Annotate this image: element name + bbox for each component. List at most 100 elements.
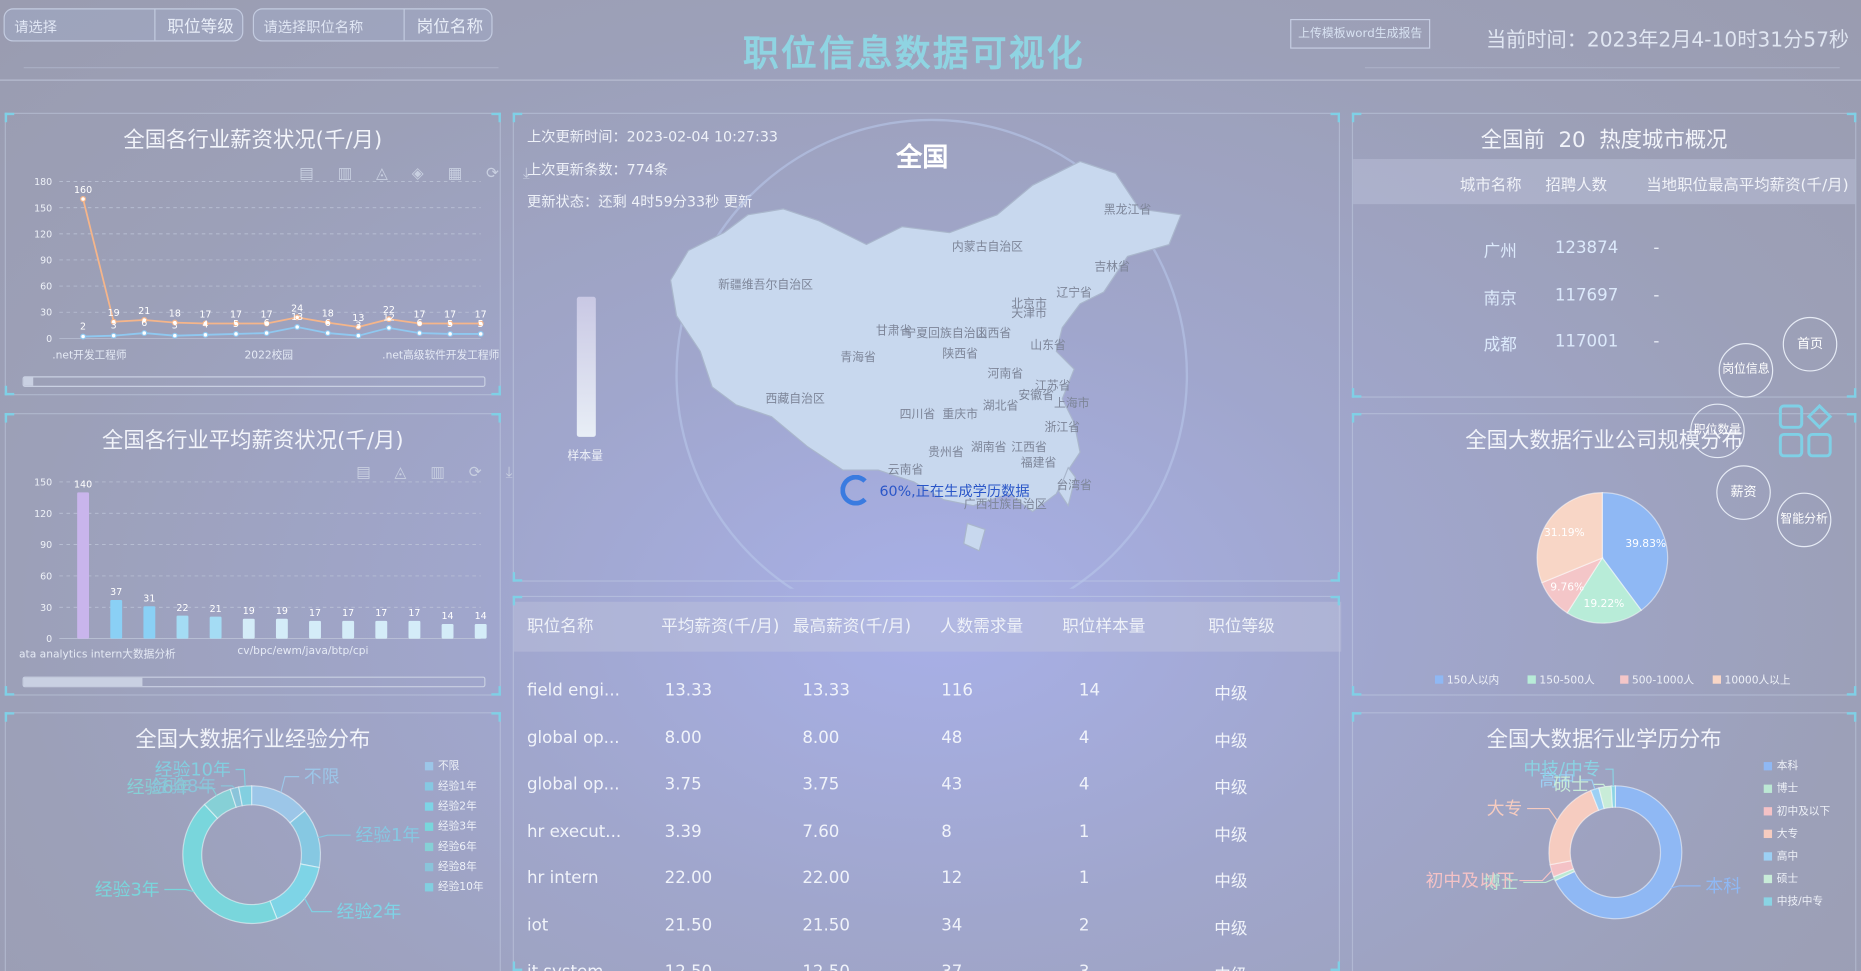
job-select[interactable]: 请选择职位名称 岗位名称	[252, 8, 493, 42]
china-map[interactable]: 黑龙江省内蒙古自治区吉林省新疆维吾尔自治区辽宁省北京市天津市甘肃省宁夏回族自治区…	[522, 114, 1341, 589]
hainan-shape[interactable]	[963, 522, 986, 552]
province-label: 云南省	[888, 463, 924, 477]
data-point	[385, 324, 392, 331]
table-cell: hr execut...	[526, 821, 622, 841]
menu-grid-icon[interactable]	[1778, 403, 1835, 461]
data-label: 12	[383, 313, 395, 324]
table-cell: 8	[941, 821, 952, 841]
label-line	[235, 768, 246, 787]
label-line	[1605, 768, 1614, 786]
data-label: 3	[111, 321, 117, 332]
bar-value-label: 17	[342, 608, 354, 619]
legend-label: 硕士	[1777, 872, 1799, 885]
province-label: 台湾省	[1056, 478, 1092, 492]
corner-bracket	[1351, 712, 1362, 722]
legend-swatch	[1763, 829, 1773, 839]
corner-bracket	[1846, 712, 1857, 722]
legend-swatch	[424, 782, 434, 791]
city-cell: 117697	[1554, 285, 1619, 305]
legend-label: 经验1年	[438, 779, 477, 792]
slice-label: 中技/中专	[1523, 759, 1600, 780]
city-cell: 南京	[1483, 289, 1517, 309]
experience-donut-chart: 不限经验1年经验2年经验3年经验6年经验8年经验10年 不限经验1年经验2年经验3…	[95, 759, 484, 925]
table-row[interactable]: global op... 3.75 3.75 43 4 中级	[513, 766, 1340, 804]
corner-bracket	[1351, 413, 1362, 423]
data-point	[202, 331, 209, 338]
bar	[143, 606, 156, 639]
table-cell: 12.50	[802, 963, 850, 971]
nav-smart-button[interactable]: 智能分析	[1776, 492, 1832, 548]
table-row[interactable]: iot 21.50 21.50 34 2 中级	[513, 906, 1340, 944]
slice-label: 9.76%	[1550, 581, 1584, 594]
zoom-slider[interactable]	[22, 676, 486, 688]
table-cell: 116	[941, 681, 973, 701]
city-cell: 成都	[1483, 335, 1517, 355]
table-cell: 48	[941, 728, 963, 748]
table-cell: field engi...	[526, 681, 620, 701]
job-table-header-5: 职位等级	[1208, 617, 1275, 637]
data-point	[294, 324, 301, 330]
city-header-count: 招聘人数	[1545, 176, 1608, 195]
data-point	[324, 330, 331, 337]
nav-job-count-button[interactable]: 职位数量	[1690, 403, 1745, 459]
x-label: ata analytics intern大数据分析	[18, 649, 176, 662]
data-label: 6	[417, 318, 423, 329]
bar-value-label: 17	[309, 608, 321, 619]
pie-slice	[1610, 785, 1616, 808]
table-row[interactable]: it system... 12.50 12.50 37 3 中级	[513, 953, 1340, 971]
bar-value-label: 21	[210, 604, 222, 615]
legend-label: 经验8年	[438, 860, 477, 873]
corner-bracket	[1846, 388, 1857, 398]
slice-label: 经验1年	[355, 825, 420, 846]
corner-bracket	[1351, 388, 1362, 398]
bar-value-label: 17	[408, 608, 420, 619]
legend-swatch	[1763, 874, 1773, 884]
table-row[interactable]: hr intern 22.00 22.00 12 1 中级	[513, 859, 1340, 897]
company-scale-pie-chart: 39.83% 19.22%9.76% 31.19% 150人以内 150-500人 500…	[1434, 492, 1791, 687]
table-row[interactable]: hr execut... 3.39 7.60 8 1 中级	[513, 813, 1340, 851]
table-cell: 3.39	[664, 821, 702, 841]
table-row[interactable]: field engi... 13.33 13.33 116 14 中级	[513, 672, 1340, 710]
table-cell: 43	[941, 775, 963, 795]
city-row[interactable]: 广州 123874 -	[1352, 236, 1708, 264]
table-cell: 1	[1078, 821, 1090, 841]
nav-salary-button[interactable]: 薪资	[1716, 465, 1771, 520]
legend-label: 博士	[1777, 782, 1799, 795]
corner-bracket	[1330, 112, 1341, 123]
y-tick-label: 150	[34, 203, 52, 214]
level-select[interactable]: 请选择 职位等级	[3, 8, 244, 42]
zoom-handle[interactable]	[23, 677, 143, 687]
table-cell: 3.75	[802, 775, 840, 795]
city-row[interactable]: 成都 117001 -	[1352, 330, 1708, 358]
table-cell: 中级	[1214, 825, 1248, 845]
province-label: 西藏自治区	[766, 391, 825, 405]
table-cell: 37	[941, 963, 962, 971]
city-cell: 123874	[1554, 238, 1619, 258]
province-label: 贵州省	[928, 445, 964, 459]
corner-bracket	[1351, 686, 1362, 696]
bar	[375, 620, 388, 639]
y-tick-label: 60	[40, 282, 52, 293]
legend-label: 经验6年	[438, 840, 477, 853]
zoom-slider[interactable]	[22, 376, 486, 387]
slice-label: 19.22%	[1584, 597, 1625, 610]
table-row[interactable]: global op... 8.00 8.00 48 4 中级	[513, 719, 1340, 757]
legend-label: 150人以内	[1447, 674, 1499, 687]
corner-bracket	[4, 413, 15, 423]
table-cell: 22.00	[802, 868, 850, 888]
city-row[interactable]: 南京 117697 -	[1352, 283, 1708, 311]
nav-job-info-button[interactable]: 岗位信息	[1718, 343, 1774, 398]
bar	[408, 620, 421, 639]
zoom-handle[interactable]	[23, 377, 34, 386]
province-label: 黑龙江省	[1104, 203, 1152, 217]
salary-panel-title: 全国各行业薪资状况(千/月)	[123, 128, 383, 154]
data-label: 18	[169, 309, 181, 320]
corner-bracket	[512, 961, 523, 971]
city-header-salary: 当地职位最高平均薪资(千/月)	[1646, 176, 1849, 195]
data-point	[263, 330, 270, 337]
corner-bracket	[512, 595, 523, 606]
nav-home-button[interactable]: 首页	[1782, 316, 1838, 372]
job-table-header-2: 最高薪资(千/月)	[792, 617, 912, 637]
upload-report-button[interactable]: 上传模板word生成报告	[1290, 18, 1431, 49]
city-cell: -	[1653, 332, 1660, 352]
